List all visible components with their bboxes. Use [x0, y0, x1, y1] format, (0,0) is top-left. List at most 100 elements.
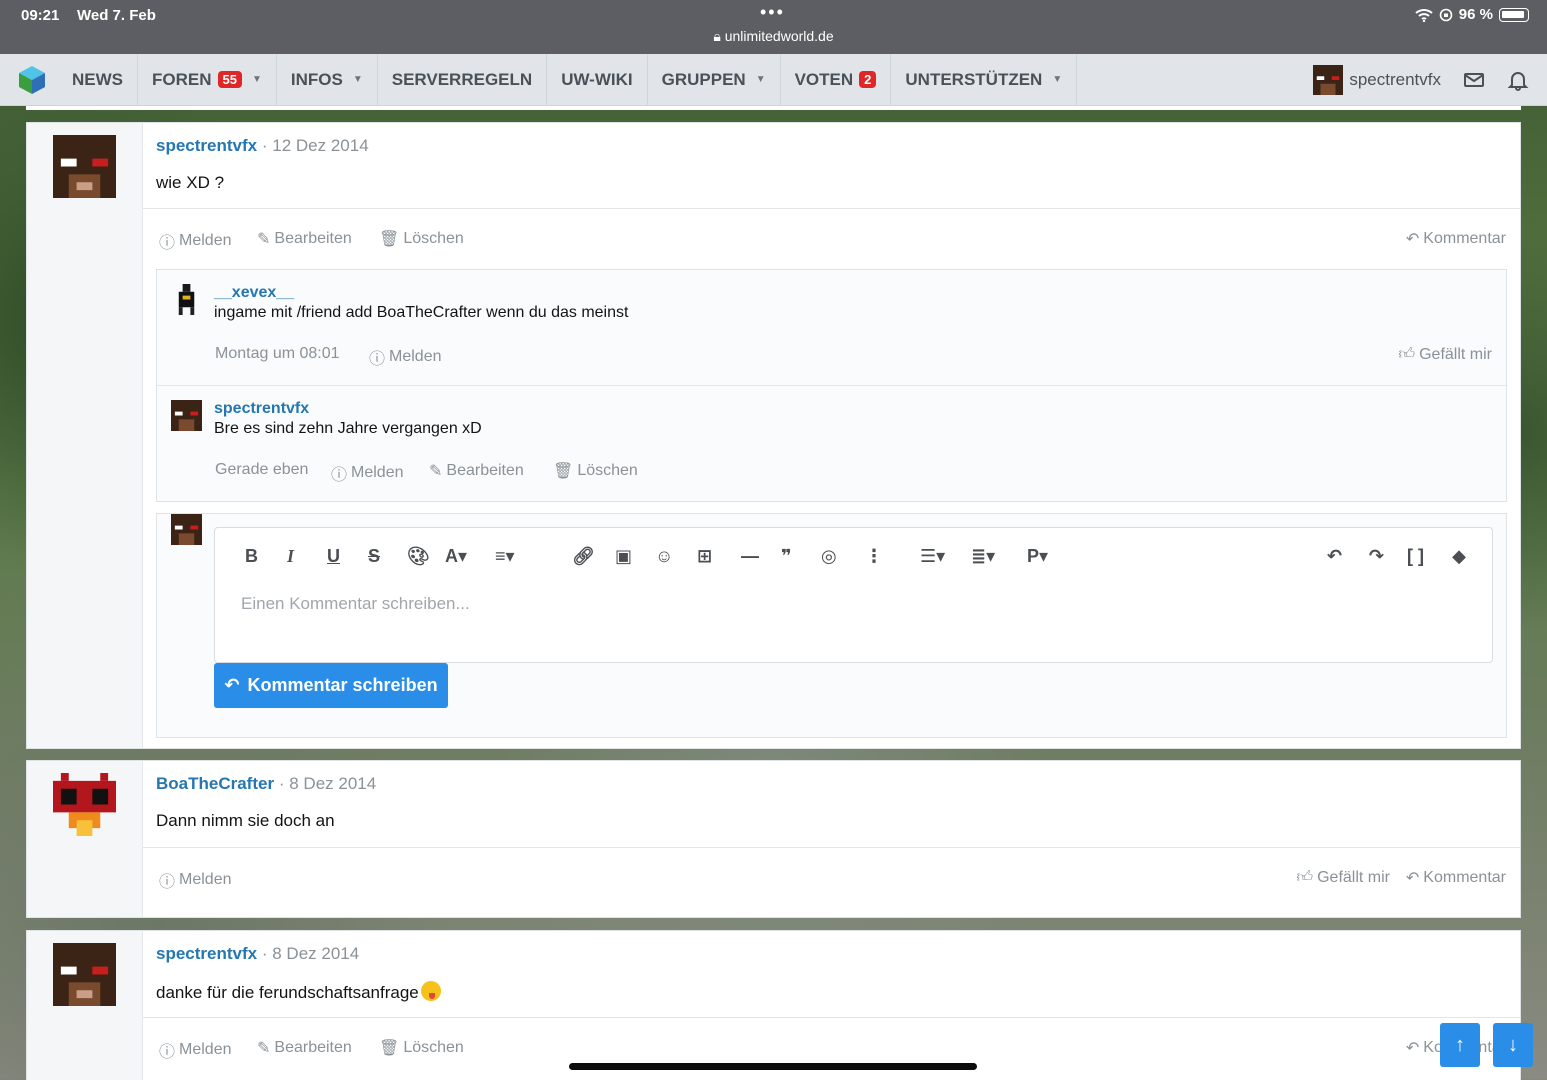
bell-icon[interactable]: [1507, 69, 1529, 91]
delete-link[interactable]: 🗑︎ Löschen: [553, 461, 638, 481]
comment-list: __xevex__ ingame mit /friend add BoaTheC…: [156, 269, 1507, 502]
site-logo-icon[interactable]: [16, 64, 48, 96]
italic-button[interactable]: I: [287, 546, 294, 567]
nav-item-news[interactable]: NEWS: [58, 53, 138, 106]
reply-icon: ↶: [1405, 231, 1420, 248]
quote-icon[interactable]: ❞: [781, 546, 792, 567]
paragraph-format-button[interactable]: P▾: [1027, 546, 1048, 567]
font-size-icon[interactable]: A▾: [445, 546, 467, 567]
post-date[interactable]: 12 Dez 2014: [272, 136, 368, 155]
avatar[interactable]: [171, 284, 202, 315]
nav-item-uw-wiki[interactable]: UW-WIKI: [547, 53, 648, 106]
post-text: danke für die ferundschaftsanfrage: [156, 981, 441, 1003]
meta-separator: ·: [261, 944, 268, 963]
report-label: Melden: [351, 464, 404, 481]
like-link[interactable]: 👍︎ Gefällt mir: [1296, 868, 1390, 887]
list-icon[interactable]: ☰▾: [920, 546, 945, 567]
pencil-icon: ✎: [257, 231, 271, 248]
post-text: Dann nimm sie doch an: [156, 811, 335, 830]
delete-link[interactable]: 🗑︎ Löschen: [379, 229, 464, 249]
post-date[interactable]: 8 Dez 2014: [272, 944, 359, 963]
avatar[interactable]: [53, 135, 116, 198]
post-text-content: danke für die ferundschaftsanfrage: [156, 983, 419, 1002]
rich-text-editor[interactable]: B I U S 🎨︎ A▾ ≡▾ 🔗︎ ▣ ☺ ⊞ — ❞ ◎ ⋮ ☰▾ ≣▾ …: [214, 527, 1493, 663]
nav-item-unterst-tzen[interactable]: UNTERSTÜTZEN ▼: [891, 53, 1078, 106]
user-menu[interactable]: spectrentvfx: [1313, 65, 1441, 95]
comment-time[interactable]: Montag um 08:01: [215, 345, 340, 363]
chevron-down-icon[interactable]: ▼: [1052, 74, 1062, 85]
comment-author-link[interactable]: spectrentvfx: [214, 400, 309, 418]
nav-item-label: GRUPPEN: [661, 69, 746, 89]
post-meta: spectrentvfx · 12 Dez 2014: [156, 136, 369, 156]
avatar: [171, 514, 202, 545]
chevron-down-icon[interactable]: ▼: [252, 74, 262, 85]
link-icon[interactable]: 🔗︎: [572, 546, 595, 567]
avatar[interactable]: [53, 943, 116, 1006]
post-author-link[interactable]: spectrentvfx: [156, 944, 257, 963]
post-actions: ⓘMelden ✎Bearbeiten 🗑︎Löschen ↶Kommentar: [143, 208, 1520, 270]
comment-input[interactable]: Einen Kommentar schreiben...: [241, 594, 470, 614]
bold-button[interactable]: B: [245, 546, 258, 567]
nav-item-foren[interactable]: FOREN 55 ▼: [138, 53, 277, 106]
edit-link[interactable]: ✎ Bearbeiten: [257, 1038, 352, 1058]
profile-post: spectrentvfx · 12 Dez 2014 wie XD ? ⓘ Mel…: [26, 122, 1521, 749]
eraser-icon[interactable]: ◆: [1452, 546, 1466, 567]
avatar[interactable]: [53, 773, 116, 836]
source-code-icon[interactable]: [ ]: [1407, 546, 1424, 567]
submit-comment-button[interactable]: ↶ Kommentar schreiben: [214, 663, 448, 708]
report-label: Melden: [179, 1041, 232, 1058]
report-icon: ⓘ: [159, 874, 176, 891]
more-dots-icon[interactable]: •••: [760, 2, 785, 23]
table-icon[interactable]: ⊞: [697, 546, 712, 567]
report-link[interactable]: ⓘ Melden: [159, 1038, 232, 1062]
nav-item-serverregeln[interactable]: SERVERREGELN: [378, 53, 548, 106]
paragraph-align-icon[interactable]: ≡▾: [495, 546, 515, 567]
scroll-down-button[interactable]: ↓: [1493, 1023, 1533, 1067]
image-icon[interactable]: ▣: [615, 546, 632, 567]
smiley-icon[interactable]: ☺: [655, 546, 673, 567]
chevron-down-icon[interactable]: ▼: [353, 74, 363, 85]
comment-time[interactable]: Gerade eben: [215, 461, 308, 479]
mail-icon[interactable]: [1463, 69, 1485, 91]
post-avatar-column: [27, 931, 143, 1080]
comment-link[interactable]: ↶Kommentar: [1406, 868, 1506, 888]
report-link[interactable]: ⓘ Melden: [331, 461, 404, 485]
align-icon[interactable]: ≣▾: [971, 546, 995, 567]
horizontal-line-icon[interactable]: —: [741, 546, 759, 567]
post-author-link[interactable]: BoaTheCrafter: [156, 774, 274, 793]
reply-icon: ↶: [224, 675, 240, 695]
scroll-up-button[interactable]: ↑: [1440, 1023, 1480, 1067]
nav-item-label: SERVERREGELN: [391, 69, 533, 89]
comment-author-link[interactable]: __xevex__: [214, 284, 294, 302]
url-bar[interactable]: 🔒︎ unlimitedworld.de: [0, 28, 1547, 45]
nav-item-voten[interactable]: VOTEN 2: [781, 53, 892, 106]
date: Wed 7. Feb: [77, 7, 156, 24]
redo-icon[interactable]: ↷: [1369, 546, 1384, 567]
post-author-link[interactable]: spectrentvfx: [156, 136, 257, 155]
chevron-down-icon[interactable]: ▼: [756, 74, 766, 85]
report-label: Melden: [389, 348, 442, 365]
meta-separator: ·: [261, 136, 268, 155]
edit-link[interactable]: ✎ Bearbeiten: [257, 229, 352, 249]
wifi-icon: [1415, 8, 1433, 22]
undo-icon[interactable]: ↶: [1327, 546, 1342, 567]
spoiler-icon[interactable]: ◎: [821, 546, 837, 567]
report-link[interactable]: ⓘ Melden: [159, 229, 232, 253]
palette-icon[interactable]: 🎨︎: [407, 546, 430, 567]
more-options-icon[interactable]: ⋮: [865, 546, 883, 567]
report-link[interactable]: ⓘ Melden: [369, 345, 442, 369]
nav-item-infos[interactable]: INFOS ▼: [277, 53, 378, 106]
edit-link[interactable]: ✎ Bearbeiten: [429, 461, 524, 481]
report-icon: ⓘ: [331, 467, 348, 484]
strikethrough-button[interactable]: S: [368, 546, 380, 567]
underline-button[interactable]: U: [327, 546, 340, 567]
nav-item-gruppen[interactable]: GRUPPEN ▼: [648, 53, 781, 106]
avatar[interactable]: [171, 400, 202, 431]
like-link[interactable]: 👍︎ Gefällt mir: [1398, 345, 1492, 364]
report-link[interactable]: ⓘ Melden: [159, 868, 232, 892]
post-date[interactable]: 8 Dez 2014: [289, 774, 376, 793]
report-icon: ⓘ: [159, 235, 176, 252]
post-avatar-column: [27, 761, 143, 917]
comment-link[interactable]: ↶Kommentar: [1406, 229, 1506, 249]
delete-link[interactable]: 🗑︎ Löschen: [379, 1038, 464, 1058]
